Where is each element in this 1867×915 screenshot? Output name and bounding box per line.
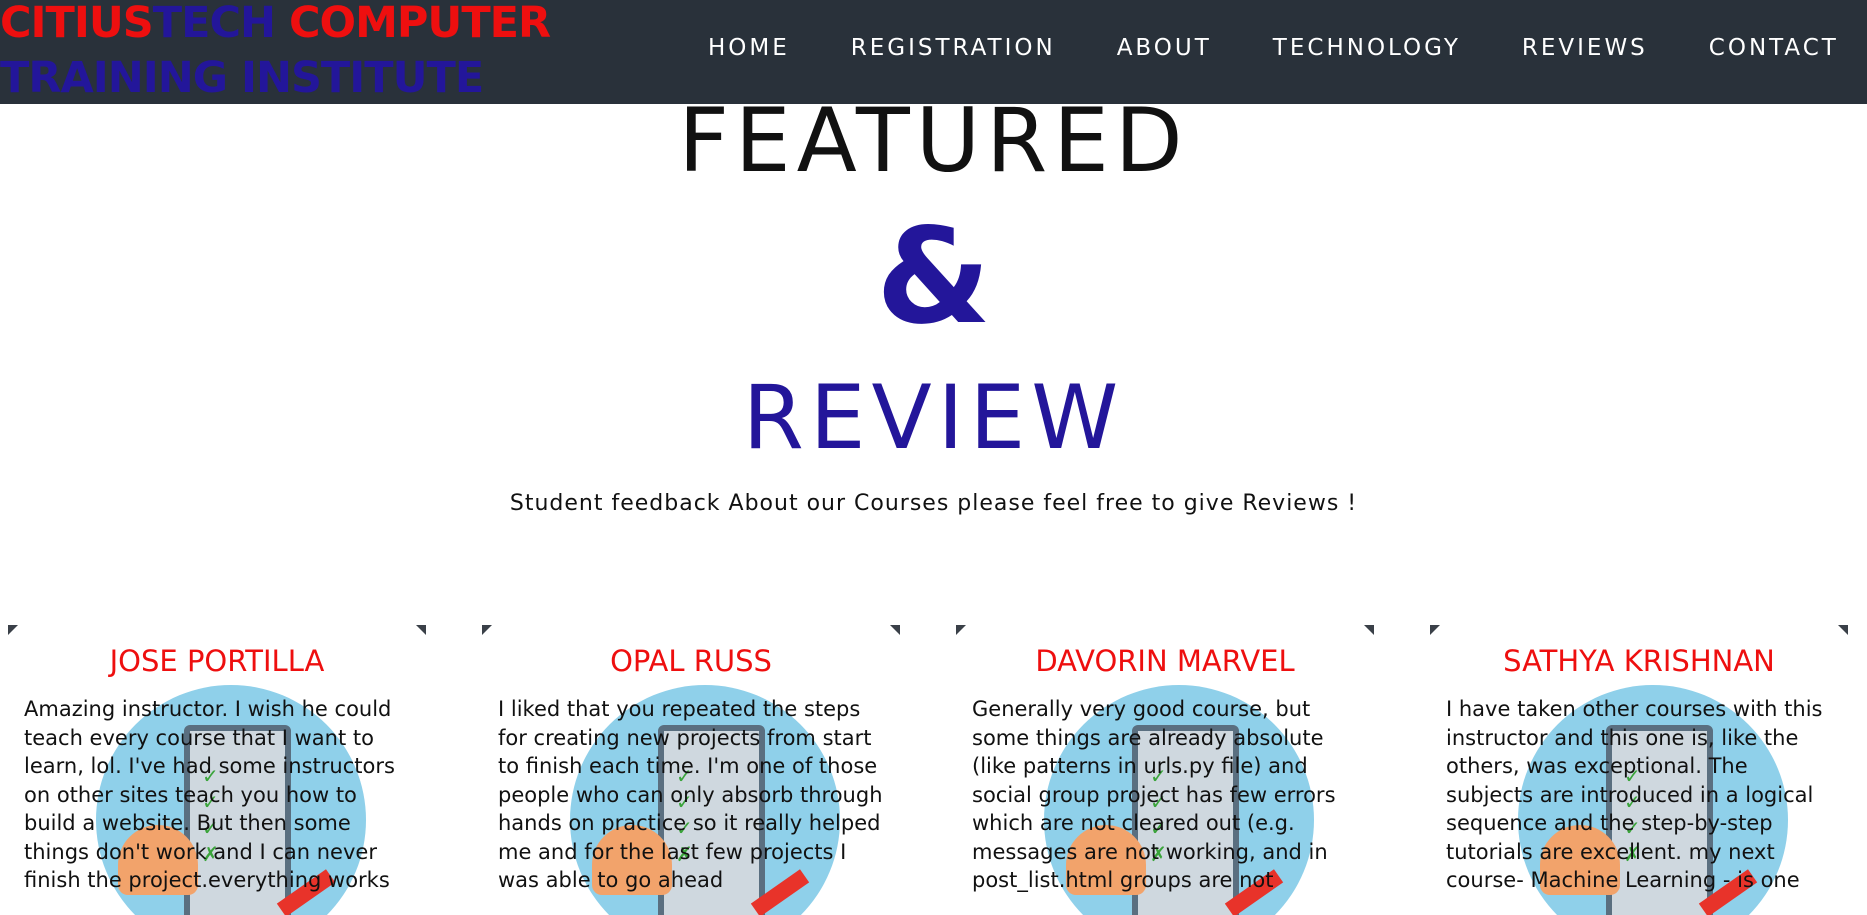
reviewer-name: OPAL RUSS <box>610 644 772 678</box>
brand-line-1: CITIUSTECH COMPUTER <box>0 0 551 51</box>
nav-reviews[interactable]: REVIEWS <box>1522 33 1648 63</box>
nav-home[interactable]: HOME <box>708 33 790 63</box>
reviewer-name: SATHYA KRISHNAN <box>1503 644 1775 678</box>
reviewer-name: DAVORIN MARVEL <box>1035 644 1295 678</box>
review-card: ✓ ✓ ✓ ✗ OPAL RUSS I liked that you repeated… <box>482 625 900 915</box>
brand-citius: CITIUS <box>0 0 154 48</box>
review-card: ✓ ✓ ✓ ✗ JOSE PORTILLA Amazing instructor. I… <box>8 625 426 915</box>
review-text: I have taken other courses with this ins… <box>1446 697 1823 892</box>
nav-technology[interactable]: TECHNOLOGY <box>1273 33 1461 63</box>
reviewer-name: JOSE PORTILLA <box>109 644 325 678</box>
brand-tech: TECH <box>152 0 276 48</box>
heading-ampersand: & <box>875 200 992 354</box>
nav-about[interactable]: ABOUT <box>1117 33 1212 63</box>
review-card: ✓ ✓ ✓ ✗ DAVORIN MARVEL Generally very good … <box>956 625 1374 915</box>
main-nav: HOME REGISTRATION ABOUT TECHNOLOGY REVIE… <box>708 33 1839 63</box>
review-text: Generally very good course, but some thi… <box>972 697 1336 892</box>
brand-computer: COMPUTER <box>275 0 551 48</box>
review-card: ✓ ✓ ✓ ✗ SATHYA KRISHNAN I have taken other … <box>1430 625 1848 915</box>
reviews-subtitle: Student feedback About our Courses pleas… <box>509 491 1358 516</box>
review-text: I liked that you repeated the steps for … <box>498 697 883 892</box>
heading-review: REVIEW <box>742 366 1125 469</box>
nav-contact[interactable]: CONTACT <box>1709 33 1839 63</box>
review-text: Amazing instructor. I wish he could teac… <box>24 697 395 892</box>
heading-featured: FEATURED <box>678 89 1189 192</box>
nav-registration[interactable]: REGISTRATION <box>851 33 1056 63</box>
